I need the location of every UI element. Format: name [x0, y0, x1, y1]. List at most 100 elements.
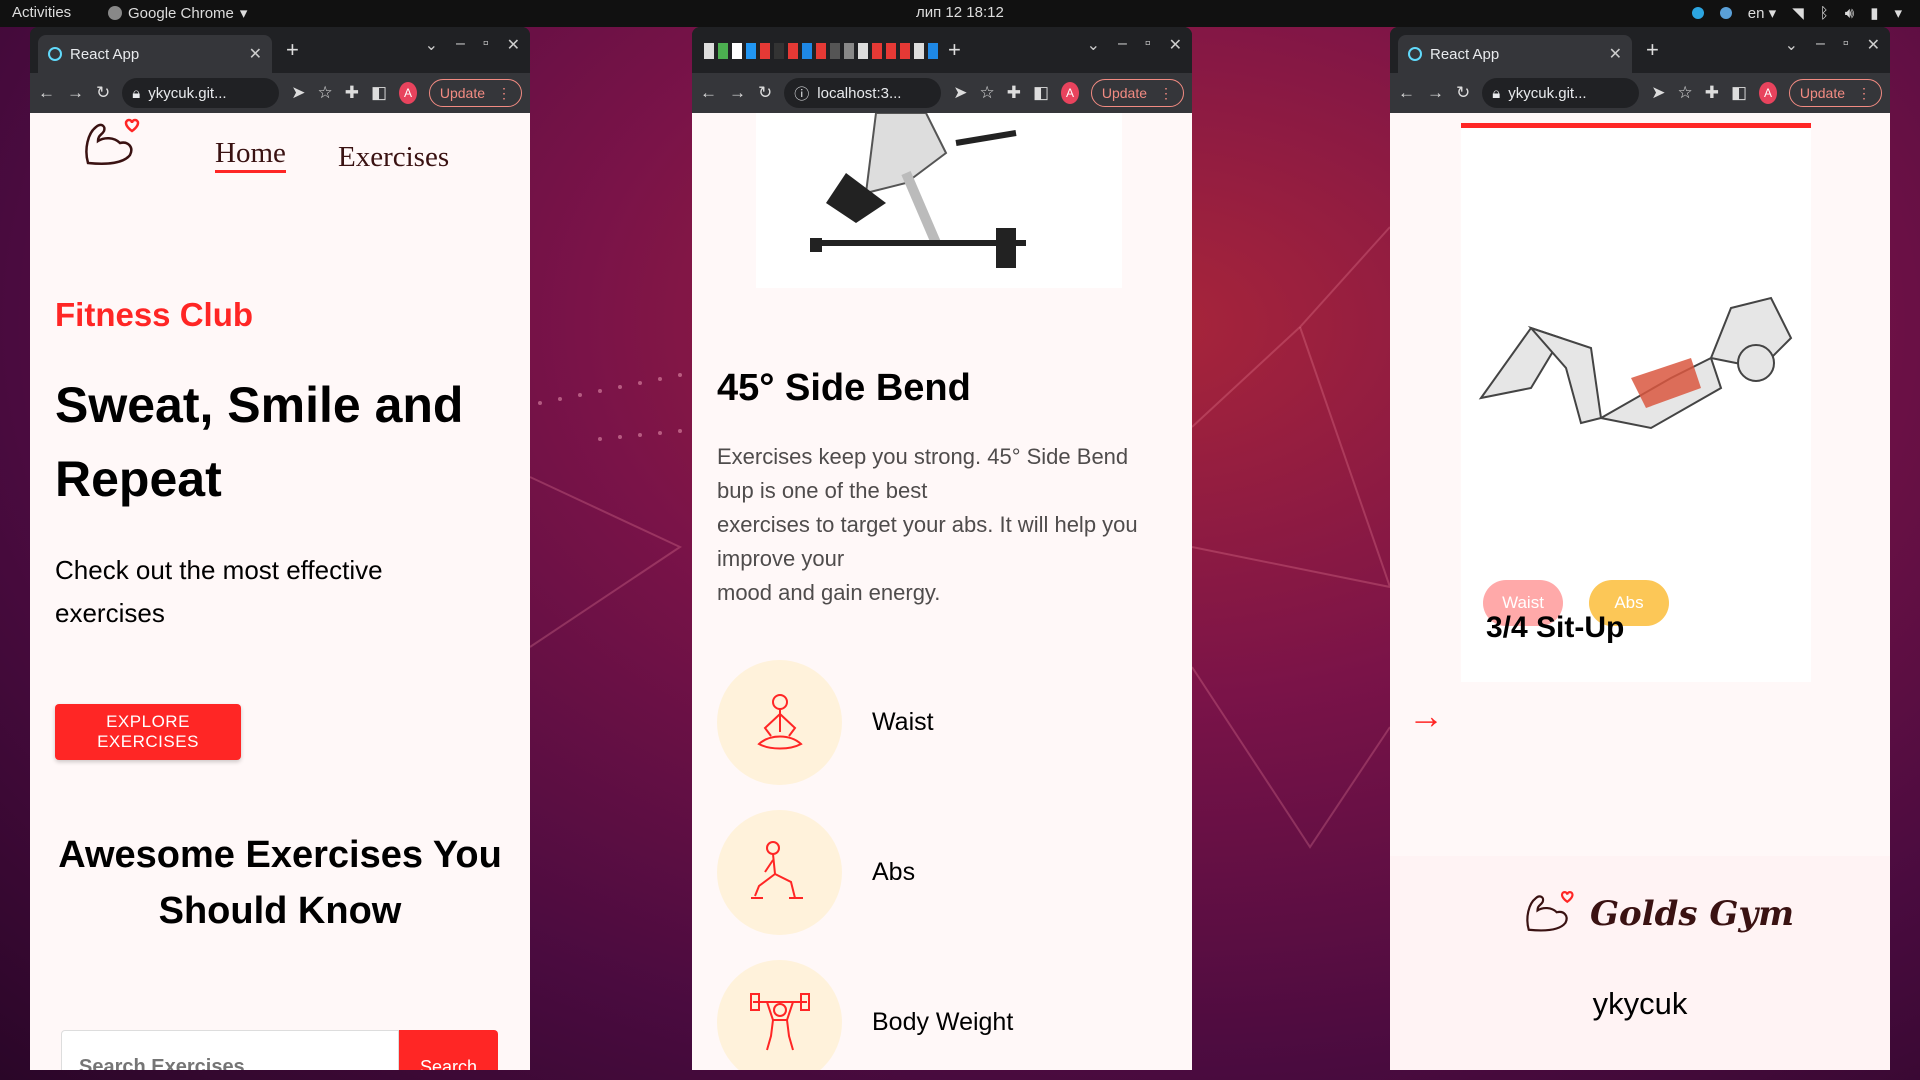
- page-viewport: Home Exercises Fitness Club Sweat, Smile…: [30, 113, 530, 1070]
- new-tab-icon[interactable]: +: [1646, 37, 1659, 63]
- tab-search-icon[interactable]: ⌄: [1785, 35, 1798, 55]
- send-icon[interactable]: ➤: [1651, 83, 1665, 103]
- forward-icon[interactable]: →: [67, 83, 84, 103]
- app-menu-label: Google Chrome: [128, 4, 234, 22]
- flexed-arm-logo-icon: [1526, 891, 1574, 932]
- section-title: Awesome Exercises You Should Know: [58, 834, 502, 932]
- maximize-icon[interactable]: ▫: [1145, 35, 1151, 55]
- profile-avatar[interactable]: A: [1061, 82, 1079, 104]
- info-icon: ⓘ: [794, 85, 810, 103]
- address-bar[interactable]: 🔒︎ ykycuk.git...: [1482, 78, 1640, 108]
- tab-search-icon[interactable]: ⌄: [1087, 35, 1100, 55]
- caret-down-icon: ▾: [239, 5, 248, 22]
- browser-toolbar: ← → ↻ 🔒︎ ykycuk.git... ➤ ☆ ✚ ◧ A Update ⋮: [30, 73, 530, 113]
- browser-toolbar: ← → ↻ ⓘ localhost:3... ➤ ☆ ✚ ◧ A Update ⋮: [692, 73, 1192, 113]
- bluetooth-icon[interactable]: ᛒ: [1820, 5, 1829, 22]
- explore-exercises-button[interactable]: EXPLORE EXERCISES: [55, 704, 241, 760]
- reload-icon[interactable]: ↻: [758, 83, 772, 103]
- exercise-card[interactable]: Waist Abs: [1461, 123, 1811, 682]
- extensions-icon[interactable]: ✚: [1007, 83, 1021, 103]
- situp-illustration-icon: [1478, 296, 1793, 430]
- hero-headline: Sweat, Smile and Repeat: [55, 377, 464, 507]
- url-text: ykycuk.git...: [148, 84, 227, 102]
- bookmark-star-icon[interactable]: ☆: [1678, 83, 1693, 103]
- tab-search-icon[interactable]: ⌄: [425, 35, 438, 55]
- maximize-icon[interactable]: ▫: [1843, 35, 1849, 55]
- minimize-icon[interactable]: –: [456, 35, 465, 55]
- description-line: improve your: [717, 546, 845, 571]
- power-menu-icon[interactable]: ▾: [1894, 4, 1902, 22]
- close-window-icon[interactable]: ✕: [507, 35, 520, 55]
- browser-window-detail: + ⌄ – ▫ ✕ ← → ↻ ⓘ localhost:3... ➤ ☆ ✚ ◧…: [692, 27, 1192, 1070]
- nav-exercises-link[interactable]: Exercises: [338, 141, 449, 174]
- side-panel-icon[interactable]: ◧: [1731, 83, 1747, 103]
- exercise-description: Exercises keep you strong. 45° Side Bend…: [717, 440, 1167, 610]
- activities-button[interactable]: Activities: [12, 4, 71, 21]
- close-tab-icon[interactable]: ✕: [249, 44, 262, 64]
- detail-icon-circle: [717, 810, 842, 935]
- send-icon[interactable]: ➤: [291, 83, 305, 103]
- detail-label: Body Weight: [872, 1008, 1014, 1036]
- side-panel-icon[interactable]: ◧: [371, 83, 387, 103]
- bookmark-star-icon[interactable]: ☆: [318, 83, 333, 103]
- bookmark-star-icon[interactable]: ☆: [980, 83, 995, 103]
- system-tray[interactable]: en ▾ ◥ ᛒ 🔊︎ ▮ ▾: [1691, 4, 1902, 22]
- profile-avatar[interactable]: A: [1759, 82, 1777, 104]
- wifi-icon[interactable]: ◥: [1792, 4, 1804, 22]
- tab-react-app[interactable]: React App ✕: [1398, 35, 1632, 73]
- app-menu[interactable]: Google Chrome ▾: [108, 4, 247, 22]
- clock[interactable]: лип 12 18:12: [916, 4, 1004, 21]
- telegram-icon[interactable]: [1691, 7, 1704, 19]
- flexed-arm-logo-icon[interactable]: [78, 113, 142, 177]
- address-bar[interactable]: 🔒︎ ykycuk.git...: [122, 78, 280, 108]
- right-arrow-icon[interactable]: →: [1408, 695, 1444, 737]
- detail-row-target: Abs: [717, 810, 915, 935]
- update-button[interactable]: Update ⋮: [1788, 79, 1882, 107]
- globe-icon[interactable]: [1719, 7, 1732, 19]
- battery-icon[interactable]: ▮: [1870, 4, 1878, 22]
- reload-icon[interactable]: ↻: [96, 83, 110, 103]
- volume-icon[interactable]: 🔊︎: [1845, 5, 1854, 22]
- close-tab-icon[interactable]: ✕: [1609, 44, 1622, 64]
- language-indicator[interactable]: en ▾: [1748, 4, 1776, 22]
- forward-icon[interactable]: →: [729, 83, 746, 103]
- back-icon[interactable]: ←: [700, 83, 717, 103]
- forward-icon[interactable]: →: [1427, 83, 1444, 103]
- pinned-tabs-favicons-icon[interactable]: [700, 41, 990, 61]
- detail-icon-circle: [717, 660, 842, 785]
- maximize-icon[interactable]: ▫: [483, 35, 489, 55]
- update-button[interactable]: Update ⋮: [1090, 79, 1184, 107]
- back-icon[interactable]: ←: [38, 83, 55, 103]
- new-tab-icon[interactable]: +: [286, 37, 299, 63]
- reload-icon[interactable]: ↻: [1456, 83, 1470, 103]
- send-icon[interactable]: ➤: [953, 83, 967, 103]
- lock-icon: 🔒︎: [1492, 84, 1501, 102]
- minimize-icon[interactable]: –: [1816, 35, 1825, 55]
- nav-home-link[interactable]: Home: [215, 137, 286, 173]
- close-window-icon[interactable]: ✕: [1169, 35, 1182, 55]
- extensions-icon[interactable]: ✚: [1705, 83, 1719, 103]
- react-favicon-icon: [1408, 47, 1422, 61]
- hero-club-label: Fitness Club: [55, 296, 254, 333]
- back-icon[interactable]: ←: [1398, 83, 1415, 103]
- page-footer: Golds Gym ykycuk: [1390, 856, 1890, 1070]
- kebab-menu-icon: ⋮: [1857, 84, 1871, 101]
- chrome-icon: [108, 6, 122, 20]
- exercise-card-title[interactable]: 3/4 Sit-Up: [1486, 611, 1624, 645]
- side-panel-icon[interactable]: ◧: [1033, 83, 1049, 103]
- language-label: en: [1747, 5, 1765, 22]
- update-button[interactable]: Update ⋮: [428, 79, 522, 107]
- detail-label: Abs: [872, 858, 916, 886]
- profile-avatar[interactable]: A: [399, 82, 417, 104]
- close-window-icon[interactable]: ✕: [1867, 35, 1880, 55]
- address-bar[interactable]: ⓘ localhost:3...: [784, 78, 942, 108]
- tab-react-app[interactable]: React App ✕: [38, 35, 272, 73]
- new-tab-icon[interactable]: +: [948, 37, 961, 63]
- minimize-icon[interactable]: –: [1118, 35, 1127, 55]
- extensions-icon[interactable]: ✚: [345, 83, 359, 103]
- lock-icon: 🔒︎: [132, 84, 141, 102]
- search-input[interactable]: [61, 1030, 399, 1070]
- tab-strip: React App ✕ + ⌄ – ▫ ✕: [30, 27, 530, 73]
- browser-window-footer: React App ✕ + ⌄ – ▫ ✕ ← → ↻ 🔒︎ ykycuk.gi…: [1390, 27, 1890, 1070]
- search-button[interactable]: Search: [399, 1030, 498, 1070]
